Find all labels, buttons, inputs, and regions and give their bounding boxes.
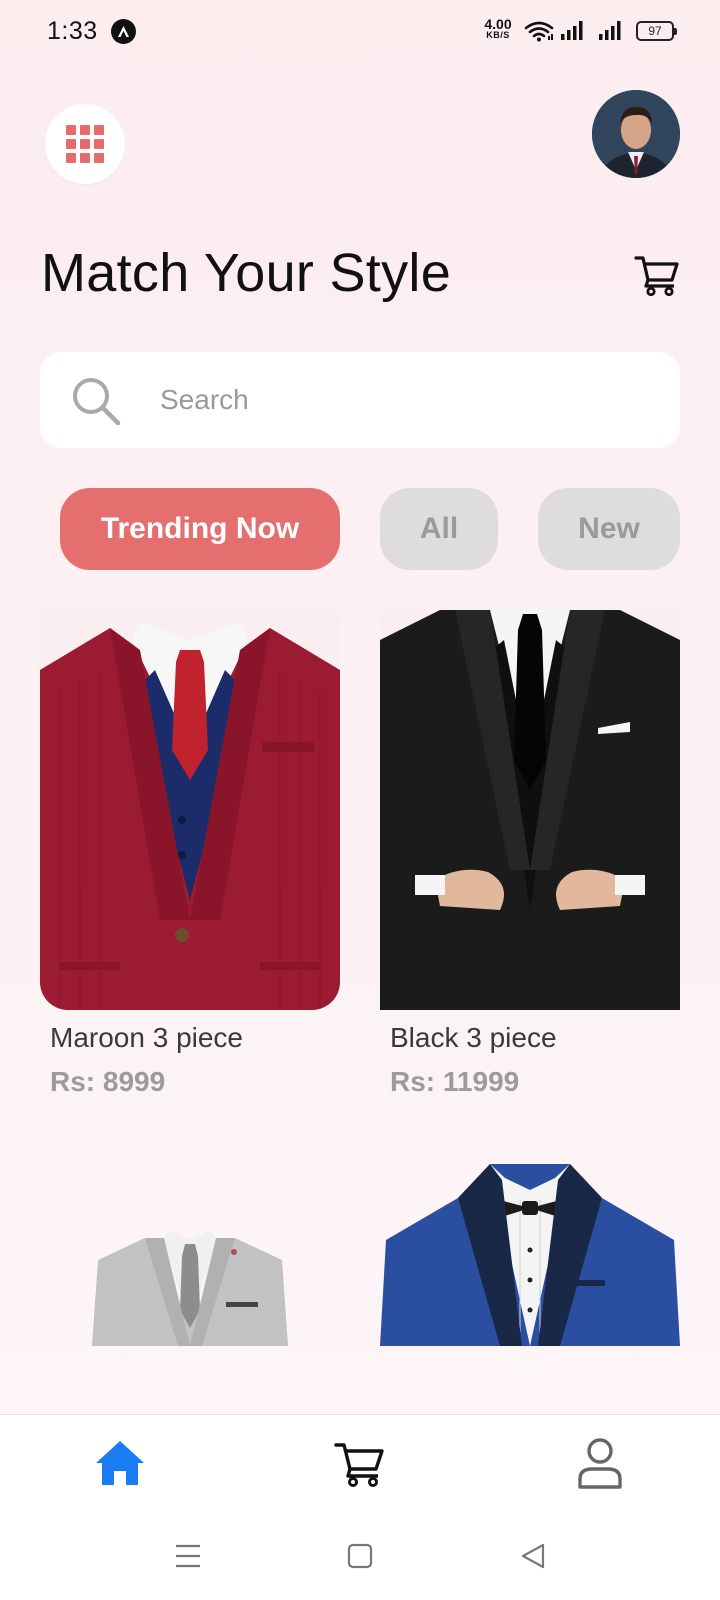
network-speed-value: 4.00 (484, 16, 512, 32)
network-speed-unit: KB/S (486, 30, 510, 40)
filter-all[interactable]: All (380, 488, 498, 570)
menu-lines-icon (176, 1544, 200, 1568)
cell-signal-1-icon (560, 20, 588, 47)
system-back-button[interactable] (520, 1543, 546, 1574)
square-icon (347, 1543, 373, 1569)
notification-app-icon (111, 19, 136, 44)
search-icon (68, 374, 124, 435)
search-input[interactable] (160, 352, 650, 448)
profile-avatar[interactable] (592, 90, 680, 178)
nav-cart-tab[interactable] (330, 1433, 390, 1493)
header-cart-button[interactable] (634, 254, 680, 301)
product-name: Maroon 3 piece (50, 1022, 244, 1053)
product-price: Rs: 11999 (390, 1066, 520, 1097)
search-bar[interactable] (40, 352, 680, 448)
product-price: Rs: 8999 (50, 1066, 166, 1097)
back-triangle-icon (521, 1543, 545, 1569)
product-image[interactable] (380, 610, 680, 1010)
product-image[interactable] (380, 1160, 680, 1374)
battery-icon: 97 (636, 21, 677, 41)
home-icon (96, 1441, 144, 1485)
cell-signal-2-icon (598, 20, 626, 47)
profile-icon (578, 1438, 622, 1489)
status-time: 1:33 (47, 17, 98, 45)
filter-trending-now[interactable]: Trending Now (60, 488, 340, 570)
bottom-navigation (0, 1414, 720, 1600)
cart-icon (634, 256, 679, 297)
nav-home-tab[interactable] (90, 1433, 150, 1493)
status-bar: 1:33 4.00 KB/S 97 (0, 0, 720, 64)
system-home-button[interactable] (347, 1543, 373, 1574)
product-image[interactable] (40, 610, 340, 1010)
grid-menu-icon (66, 125, 104, 163)
page-title: Match Your Style (41, 243, 452, 303)
cart-icon (334, 1443, 384, 1487)
network-speed: 4.00 KB/S (478, 17, 518, 40)
filter-new[interactable]: New (538, 488, 680, 570)
avatar-image (592, 90, 680, 178)
system-recent-apps-button[interactable] (175, 1543, 201, 1574)
product-image[interactable] (40, 1160, 340, 1374)
wifi-icon (524, 20, 554, 47)
grid-menu-button[interactable] (45, 104, 125, 184)
product-name: Black 3 piece (390, 1022, 557, 1053)
nav-profile-tab[interactable] (570, 1433, 630, 1493)
battery-level: 97 (648, 24, 662, 38)
